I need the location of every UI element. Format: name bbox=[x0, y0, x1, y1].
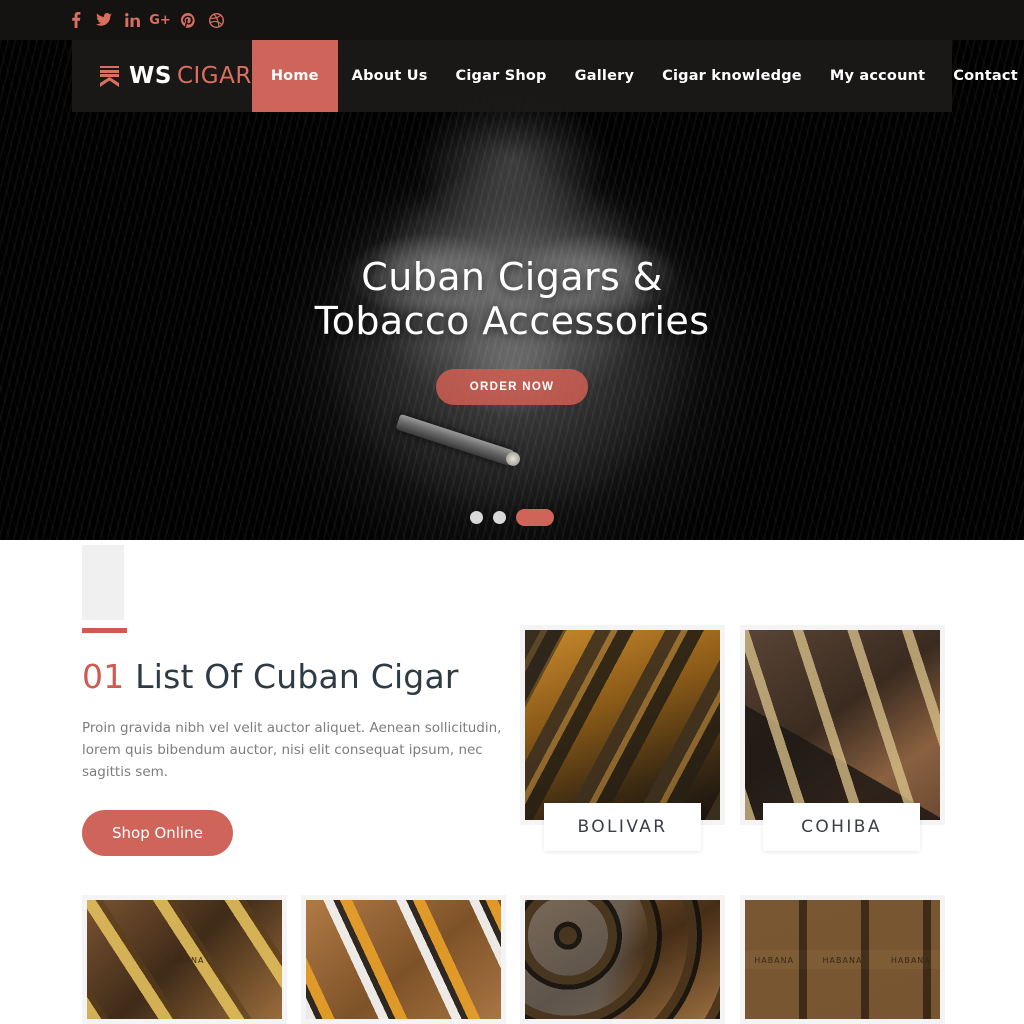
carousel-dots bbox=[0, 509, 1024, 526]
page-root: G+ Cuban Cigars & Tobacco Accessories OR… bbox=[0, 0, 1024, 1024]
carousel-dot-3-active[interactable] bbox=[516, 509, 554, 526]
gallery-card-1[interactable]: HABANA bbox=[82, 895, 287, 1024]
nav-item-contact-us[interactable]: Contact Us bbox=[939, 40, 1024, 112]
nav-item-my-account[interactable]: My account bbox=[816, 40, 939, 112]
google-plus-icon[interactable]: G+ bbox=[146, 6, 174, 34]
product-card-bolivar[interactable] bbox=[520, 625, 725, 825]
product-label-cohiba: COHIBA bbox=[763, 803, 920, 851]
section-description: Proin gravida nibh vel velit auctor aliq… bbox=[82, 720, 502, 780]
section-title-text: List Of Cuban Cigar bbox=[135, 657, 459, 696]
hero-title: Cuban Cigars & Tobacco Accessories bbox=[315, 255, 710, 343]
gallery-band-text-4: HABANA HABANA HABANA bbox=[754, 955, 931, 965]
gallery-card-3[interactable] bbox=[520, 895, 725, 1024]
hero-title-line2: Tobacco Accessories bbox=[314, 299, 710, 343]
linkedin-icon[interactable] bbox=[118, 6, 146, 34]
nav-item-cigar-knowledge[interactable]: Cigar knowledge bbox=[648, 40, 816, 112]
nav-item-cigar-shop[interactable]: Cigar Shop bbox=[442, 40, 561, 112]
nav-item-gallery[interactable]: Gallery bbox=[561, 40, 648, 112]
site-header: WS CIGAR Home About Us Cigar Shop Gallery… bbox=[72, 40, 1024, 112]
section-intro: 01 List Of Cuban Cigar Proin gravida nib… bbox=[82, 628, 502, 856]
habana-banded-cigar-row-image: HABANA HABANA HABANA bbox=[745, 900, 940, 1019]
shop-online-button[interactable]: Shop Online bbox=[82, 810, 233, 856]
nav-item-about-us[interactable]: About Us bbox=[338, 40, 442, 112]
hero-slider: Cuban Cigars & Tobacco Accessories ORDER… bbox=[0, 40, 1024, 540]
habana-gold-band-cigars-image: HABANA bbox=[87, 900, 282, 1019]
diesel-banded-cigars-image bbox=[745, 630, 940, 820]
facebook-icon[interactable] bbox=[62, 6, 90, 34]
top-social-bar: G+ bbox=[0, 0, 1024, 40]
dribbble-icon[interactable] bbox=[202, 6, 230, 34]
cigar-box-icon bbox=[100, 65, 119, 87]
nav-item-home[interactable]: Home bbox=[251, 40, 338, 112]
cigar-ends-with-ribbon-image bbox=[525, 900, 720, 1019]
carousel-dot-1[interactable] bbox=[470, 511, 483, 524]
logo-primary: WS bbox=[129, 63, 172, 89]
social-links: G+ bbox=[62, 6, 230, 34]
pinterest-icon[interactable] bbox=[174, 6, 202, 34]
hero-content: Cuban Cigars & Tobacco Accessories ORDER… bbox=[0, 40, 1024, 540]
twitter-icon[interactable] bbox=[90, 6, 118, 34]
product-label-bolivar: BOLIVAR bbox=[544, 803, 701, 851]
product-card-cohiba[interactable] bbox=[740, 625, 945, 825]
gallery-card-4[interactable]: HABANA HABANA HABANA bbox=[740, 895, 945, 1024]
main-navigation: Home About Us Cigar Shop Gallery Cigar k… bbox=[251, 40, 1024, 112]
gallery-band-text-1: HABANA bbox=[164, 955, 205, 965]
logo-secondary: CIGAR bbox=[176, 63, 252, 89]
logo-text: WS CIGAR bbox=[129, 63, 252, 89]
decorative-block bbox=[82, 545, 124, 620]
cigars-on-tray-with-cutter-image bbox=[525, 630, 720, 820]
main-content: 01 List Of Cuban Cigar Proin gravida nib… bbox=[0, 540, 1024, 1024]
accent-bar bbox=[82, 628, 127, 633]
cohiba-behike-banded-cigars-image bbox=[306, 900, 501, 1019]
page-title: 01 List Of Cuban Cigar bbox=[82, 657, 502, 696]
section-number: 01 bbox=[82, 657, 125, 696]
hero-title-line1: Cuban Cigars & bbox=[361, 255, 663, 299]
order-now-button[interactable]: ORDER NOW bbox=[435, 369, 589, 405]
carousel-dot-2[interactable] bbox=[493, 511, 506, 524]
logo[interactable]: WS CIGAR bbox=[72, 40, 252, 112]
gallery-card-2[interactable] bbox=[301, 895, 506, 1024]
